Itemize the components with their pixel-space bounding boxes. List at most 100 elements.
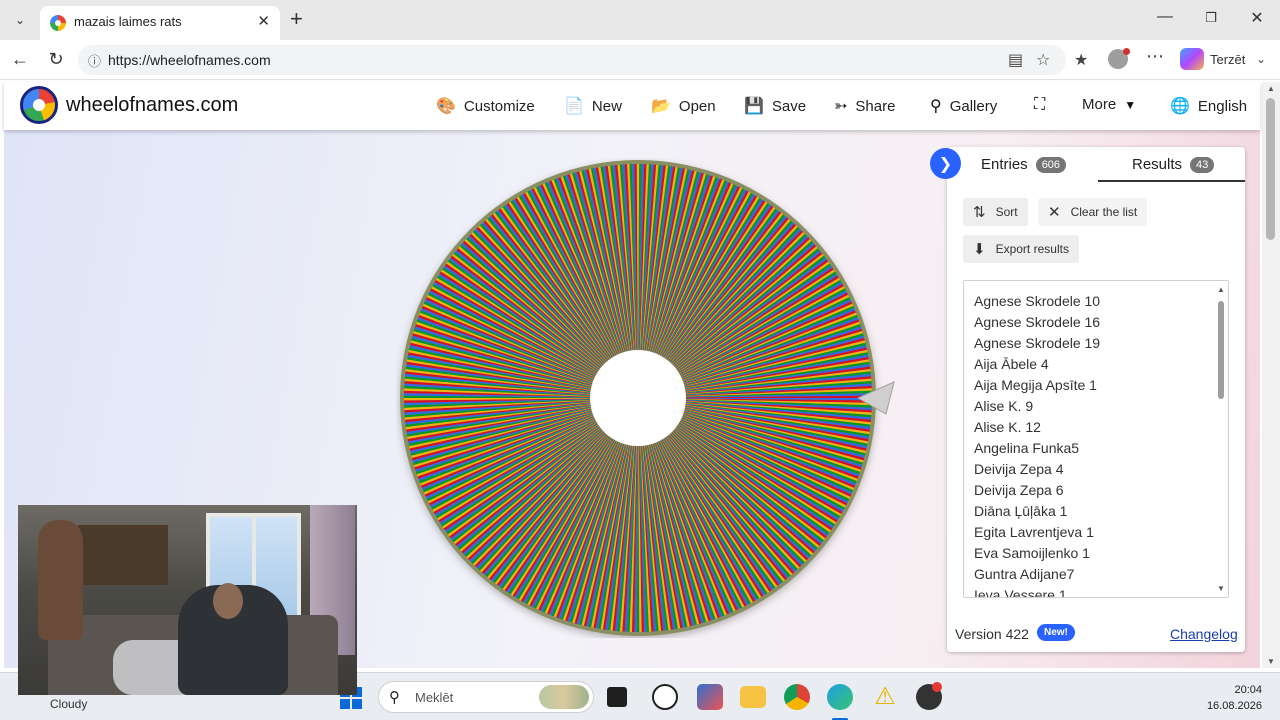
reload-icon[interactable]: ↻ bbox=[44, 49, 68, 70]
name-wheel[interactable] bbox=[396, 158, 896, 638]
tab-results[interactable]: Results 43 bbox=[1132, 156, 1215, 173]
results-count-badge: 43 bbox=[1190, 156, 1215, 173]
open-label: Open bbox=[678, 97, 716, 115]
list-item: Angelina Funka5 bbox=[974, 440, 1080, 456]
page-scrollbar[interactable]: ▲ ▼ bbox=[1262, 82, 1280, 668]
edge-icon[interactable] bbox=[827, 684, 853, 710]
page-scroll-thumb[interactable] bbox=[1266, 98, 1275, 240]
share-label: Share bbox=[855, 97, 896, 115]
list-item: Aija Megija Apsīte 1 bbox=[974, 377, 1097, 393]
sort-label: Sort bbox=[995, 205, 1018, 219]
more-label: More bbox=[1082, 96, 1117, 113]
clear-list-button[interactable]: ✕ Clear the list bbox=[1038, 198, 1148, 226]
close-window-icon[interactable]: ✕ bbox=[1242, 8, 1272, 28]
webcam-head bbox=[213, 583, 243, 619]
back-arrow-icon[interactable]: ← bbox=[8, 49, 32, 70]
gallery-button[interactable]: ⚲ Gallery bbox=[930, 96, 997, 116]
webcam-overlay bbox=[18, 505, 357, 695]
results-scroll-thumb[interactable] bbox=[1218, 301, 1224, 399]
site-name[interactable]: wheelofnames.com bbox=[66, 94, 238, 117]
notification-dot bbox=[1123, 48, 1130, 55]
copilot-icon[interactable] bbox=[1180, 48, 1204, 70]
tab-list-chevron-icon[interactable]: ⌄ bbox=[8, 8, 32, 32]
page-scroll-up-icon[interactable]: ▲ bbox=[1267, 84, 1275, 93]
tab-entries[interactable]: Entries 606 bbox=[981, 156, 1067, 173]
site-info-icon[interactable]: ⓘ bbox=[88, 51, 101, 70]
new-badge: New! bbox=[1037, 624, 1075, 641]
floppy-disk-icon: 💾 bbox=[744, 98, 764, 115]
scroll-down-icon[interactable]: ▼ bbox=[1217, 584, 1225, 593]
gallery-label: Gallery bbox=[949, 97, 998, 115]
list-item: Alise K. 12 bbox=[974, 419, 1041, 435]
task-view-icon[interactable] bbox=[607, 687, 627, 707]
results-textarea[interactable]: Agnese Skrodele 10 Agnese Skrodele 16 Ag… bbox=[963, 280, 1229, 598]
close-icon: ✕ bbox=[1048, 204, 1061, 221]
palette-icon: 🎨 bbox=[436, 98, 456, 115]
customize-label: Customize bbox=[463, 97, 535, 115]
list-item: Guntra Adijane7 bbox=[974, 566, 1075, 582]
page-scroll-down-icon[interactable]: ▼ bbox=[1267, 657, 1275, 666]
favorites-icon[interactable]: ★ bbox=[1074, 50, 1088, 70]
language-button[interactable]: 🌐 English bbox=[1170, 96, 1247, 116]
fullscreen-button[interactable]: ⛶ bbox=[1034, 96, 1045, 114]
restore-icon[interactable]: ❐ bbox=[1196, 10, 1226, 26]
store-icon[interactable] bbox=[697, 684, 723, 710]
copilot-label[interactable]: Terzēt bbox=[1210, 52, 1245, 67]
weather-label[interactable]: Cloudy bbox=[50, 697, 87, 711]
wheel-logo-icon[interactable] bbox=[20, 86, 58, 124]
customize-button[interactable]: 🎨 Customize bbox=[436, 96, 535, 116]
results-list: Agnese Skrodele 10 Agnese Skrodele 16 Ag… bbox=[964, 281, 1228, 598]
taskbar-search[interactable]: ⚲ Meklēt bbox=[378, 681, 594, 713]
wheel-center-hub[interactable] bbox=[590, 350, 686, 446]
search-highlight-image bbox=[539, 685, 589, 709]
browser-tab[interactable]: mazais laimes rats ✕ bbox=[40, 6, 280, 40]
url-text[interactable]: https://wheelofnames.com bbox=[108, 52, 271, 68]
folder-open-icon: 📂 bbox=[651, 98, 671, 115]
file-explorer-icon[interactable] bbox=[740, 686, 766, 708]
list-item: Deivija Zepa 4 bbox=[974, 461, 1064, 477]
new-label: New bbox=[591, 97, 622, 115]
caret-down-icon: ▼ bbox=[1124, 97, 1137, 112]
list-item: Ieva Vessere 1 bbox=[974, 587, 1067, 598]
download-file-icon: ⬇ bbox=[973, 241, 986, 258]
favorite-star-icon[interactable]: ☆ bbox=[1036, 50, 1050, 70]
fullscreen-icon: ⛶ bbox=[1034, 96, 1046, 113]
more-menu-icon[interactable]: ⋯ bbox=[1146, 46, 1164, 67]
address-bar[interactable]: ⓘ https://wheelofnames.com ▤ ☆ bbox=[78, 45, 1066, 75]
new-button[interactable]: 📄 New bbox=[564, 96, 622, 116]
minimize-icon[interactable]: — bbox=[1150, 8, 1180, 26]
favicon-icon bbox=[50, 15, 66, 31]
more-button[interactable]: More ▼ bbox=[1082, 96, 1136, 113]
close-tab-icon[interactable]: ✕ bbox=[257, 12, 270, 30]
globe-icon: 🌐 bbox=[1170, 98, 1190, 115]
export-results-button[interactable]: ⬇ Export results bbox=[963, 235, 1079, 263]
system-clock[interactable]: 20:04 16.08.2026 bbox=[1207, 682, 1262, 714]
share-button[interactable]: ➳ Share bbox=[834, 96, 895, 116]
taskbar-search-placeholder: Meklēt bbox=[415, 690, 454, 705]
list-item: Agnese Skrodele 19 bbox=[974, 335, 1101, 351]
new-tab-icon[interactable]: + bbox=[290, 7, 303, 31]
save-button[interactable]: 💾 Save bbox=[744, 96, 806, 116]
list-item: Agnese Skrodele 10 bbox=[974, 293, 1101, 309]
list-item: Aija Ābele 4 bbox=[974, 356, 1049, 372]
warning-icon[interactable]: ⚠ bbox=[872, 684, 898, 710]
tab-title: mazais laimes rats bbox=[74, 14, 182, 29]
chatgpt-icon[interactable] bbox=[652, 684, 678, 710]
scroll-up-icon[interactable]: ▲ bbox=[1217, 285, 1225, 294]
record-dot-icon bbox=[932, 682, 942, 692]
changelog-link[interactable]: Changelog bbox=[1170, 626, 1238, 642]
collapse-panel-button[interactable]: ❯ bbox=[930, 148, 961, 179]
list-item: Agnese Skrodele 16 bbox=[974, 314, 1101, 330]
version-label: Version 422 bbox=[955, 626, 1029, 642]
sort-button[interactable]: ⇅ Sort bbox=[963, 198, 1028, 226]
save-label: Save bbox=[771, 97, 807, 115]
results-scrollbar[interactable]: ▲ ▼ bbox=[1216, 285, 1226, 593]
search-icon: ⚲ bbox=[930, 98, 942, 115]
chevron-down-icon[interactable]: ⌄ bbox=[1256, 52, 1266, 66]
webcam-shelf bbox=[78, 525, 168, 585]
entries-tab-label: Entries bbox=[981, 156, 1028, 173]
reader-mode-icon[interactable]: ▤ bbox=[1008, 50, 1023, 70]
clock-time: 20:04 bbox=[1234, 684, 1262, 696]
open-button[interactable]: 📂 Open bbox=[651, 96, 716, 116]
chrome-icon[interactable] bbox=[784, 684, 810, 710]
